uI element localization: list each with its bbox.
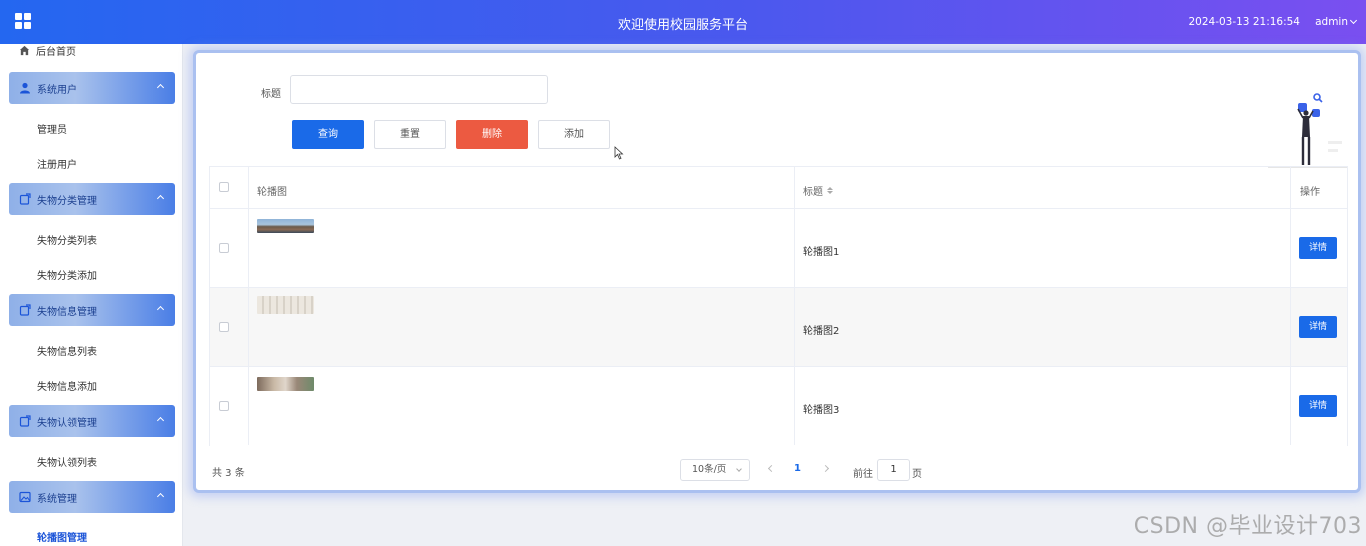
column-header-action: 操作 <box>1300 187 1320 198</box>
column-header-title-label: 标题 <box>803 187 823 198</box>
search-title-label: 标题 <box>261 89 281 100</box>
sidebar-group-lost-category[interactable]: 失物分类管理 <box>9 183 175 215</box>
watermark: CSDN @毕业设计703 <box>1133 514 1362 539</box>
table-row: 轮播图2 详情 <box>210 288 1347 367</box>
menu-grid-icon[interactable] <box>15 13 31 29</box>
goto-page-input[interactable]: 1 <box>877 459 910 481</box>
image-icon <box>19 491 31 503</box>
sidebar-item-admins[interactable]: 管理员 <box>37 121 67 136</box>
detail-button[interactable]: 详情 <box>1299 237 1337 259</box>
sidebar-item-lost-info-add[interactable]: 失物信息添加 <box>37 378 97 393</box>
sidebar-item-lost-category-add[interactable]: 失物分类添加 <box>37 267 97 282</box>
main-panel: 标题 查询 重置 删除 添加 轮播图 标题 操作 轮播图1 详情 轮播图2 详情… <box>193 50 1361 493</box>
row-checkbox[interactable] <box>219 401 229 411</box>
username: admin <box>1315 16 1348 28</box>
sidebar-item-label: 后台首页 <box>36 46 76 58</box>
search-illustration <box>1268 93 1348 168</box>
user-icon <box>20 82 30 94</box>
sidebar-item-home[interactable]: 后台首页 <box>19 43 76 58</box>
mouse-cursor-icon <box>614 146 624 160</box>
sidebar-item-lost-info-list[interactable]: 失物信息列表 <box>37 343 97 358</box>
tag-icon <box>19 304 31 316</box>
tag-icon <box>19 415 31 427</box>
chevron-up-icon <box>156 194 165 203</box>
chevron-up-icon <box>156 416 165 425</box>
delete-button[interactable]: 删除 <box>456 120 528 149</box>
goto-unit: 页 <box>912 469 922 480</box>
row-checkbox[interactable] <box>219 243 229 253</box>
next-page-icon[interactable] <box>822 463 832 475</box>
carousel-table: 轮播图 标题 操作 轮播图1 详情 轮播图2 详情 轮播图3 详情 <box>209 166 1348 446</box>
select-all-checkbox[interactable] <box>219 182 229 192</box>
sidebar: 后台首页 系统用户 管理员 注册用户 失物分类管理 失物分类列表 失物分类添加 … <box>0 44 183 546</box>
row-title: 轮播图3 <box>803 405 840 416</box>
chevron-up-icon <box>156 492 165 501</box>
chevron-up-icon <box>156 305 165 314</box>
carousel-thumbnail <box>257 219 314 233</box>
sidebar-group-label: 系统管理 <box>37 493 77 505</box>
chevron-down-icon <box>1349 16 1358 25</box>
page-size-select[interactable]: 10条/页 <box>680 459 750 481</box>
column-divider <box>248 167 249 445</box>
top-header: 欢迎使用校园服务平台 2024-03-13 21:16:54 admin <box>0 0 1366 44</box>
sidebar-item-lost-claim-list[interactable]: 失物认领列表 <box>37 454 97 469</box>
tag-icon <box>19 193 31 205</box>
carousel-thumbnail <box>257 296 314 314</box>
reset-button[interactable]: 重置 <box>374 120 446 149</box>
current-page[interactable]: 1 <box>794 463 801 474</box>
row-checkbox[interactable] <box>219 322 229 332</box>
sidebar-group-lost-claim[interactable]: 失物认领管理 <box>9 405 175 437</box>
column-header-title[interactable]: 标题 <box>803 183 833 198</box>
table-row: 轮播图3 详情 <box>210 367 1347 446</box>
goto-label: 前往 <box>853 469 873 480</box>
sort-icon[interactable] <box>827 187 833 194</box>
sidebar-group-system-management[interactable]: 系统管理 <box>9 481 175 513</box>
title-search-input[interactable] <box>290 75 548 104</box>
sidebar-item-lost-category-list[interactable]: 失物分类列表 <box>37 232 97 247</box>
app-title: 欢迎使用校园服务平台 <box>617 18 748 33</box>
home-icon <box>19 45 30 55</box>
sidebar-group-lost-info[interactable]: 失物信息管理 <box>9 294 175 326</box>
sidebar-group-label: 失物认领管理 <box>37 417 97 429</box>
table-header-row: 轮播图 标题 操作 <box>210 167 1347 209</box>
detail-button[interactable]: 详情 <box>1299 316 1337 338</box>
add-button[interactable]: 添加 <box>538 120 610 149</box>
page-size-value: 10条/页 <box>692 464 727 475</box>
sidebar-group-system-users[interactable]: 系统用户 <box>9 72 175 104</box>
query-button[interactable]: 查询 <box>292 120 364 149</box>
sidebar-group-label: 失物信息管理 <box>37 306 97 318</box>
datetime-display: 2024-03-13 21:16:54 <box>1188 16 1300 28</box>
prev-page-icon[interactable] <box>766 463 776 475</box>
chevron-up-icon <box>156 83 165 92</box>
table-row: 轮播图1 详情 <box>210 209 1347 288</box>
carousel-thumbnail <box>257 377 314 391</box>
detail-button[interactable]: 详情 <box>1299 395 1337 417</box>
column-divider <box>1290 167 1291 445</box>
total-count: 共 3 条 <box>212 468 245 479</box>
user-menu[interactable]: admin <box>1315 16 1358 28</box>
chevron-down-icon <box>736 466 742 472</box>
sidebar-group-label: 系统用户 <box>37 84 77 96</box>
sidebar-item-carousel-management[interactable]: 轮播图管理 <box>37 529 87 544</box>
row-title: 轮播图1 <box>803 247 840 258</box>
column-divider <box>794 167 795 445</box>
sidebar-group-label: 失物分类管理 <box>37 195 97 207</box>
sidebar-item-registered-users[interactable]: 注册用户 <box>37 156 77 171</box>
row-title: 轮播图2 <box>803 326 840 337</box>
column-header-image: 轮播图 <box>257 187 287 198</box>
